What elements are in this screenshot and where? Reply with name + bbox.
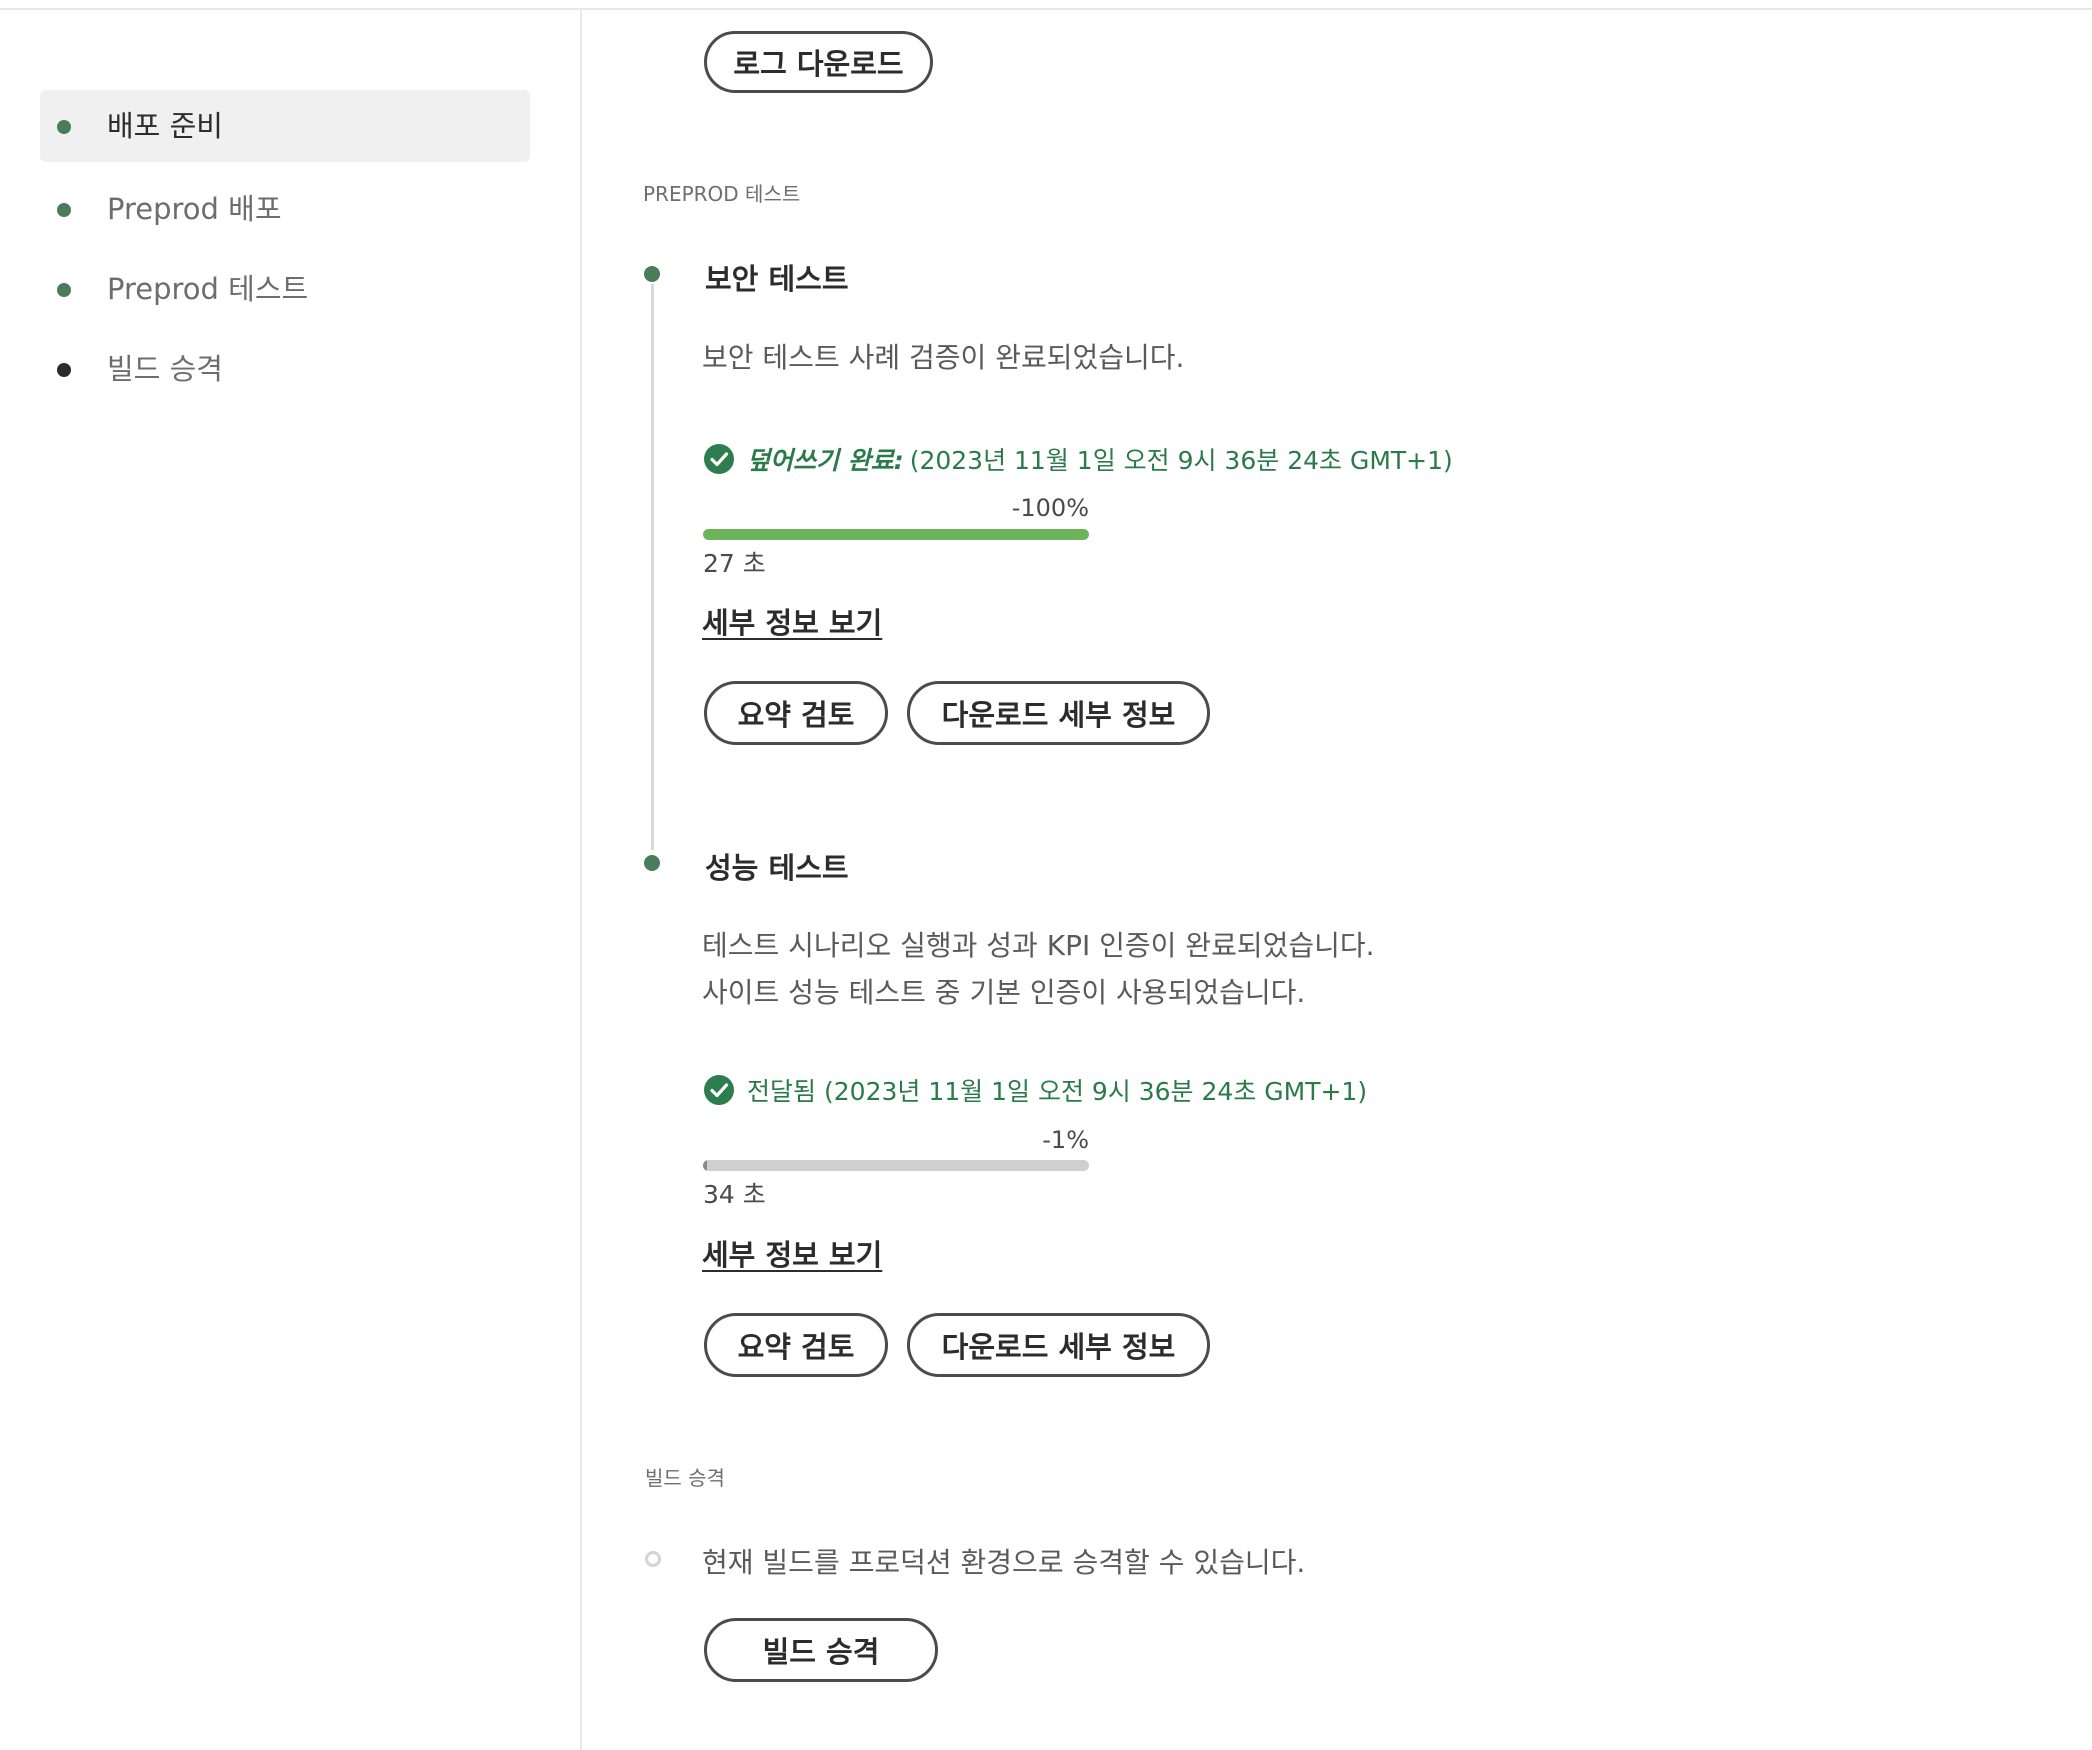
performance-test-description-line2: 사이트 성능 테스트 중 기본 인증이 사용되었습니다. xyxy=(702,976,1306,1009)
progress-bar xyxy=(703,529,1089,540)
timeline-line xyxy=(651,284,654,850)
performance-test-status: 전달됨 (2023년 11월 1일 오전 9시 36분 24초 GMT+1) xyxy=(703,1072,1367,1108)
security-test-status: 덮어쓰기 완료: (2023년 11월 1일 오전 9시 36분 24초 GMT… xyxy=(703,441,1453,477)
section-label-build-promotion: 빌드 승격 xyxy=(645,1466,725,1490)
timeline-dot xyxy=(644,855,660,871)
progress-bar-fill xyxy=(703,1160,707,1171)
promote-build-button[interactable]: 빌드 승격 xyxy=(704,1618,938,1682)
sidebar-item-label: 빌드 승격 xyxy=(107,352,223,386)
sidebar-item-preprod-test[interactable]: Preprod 테스트 xyxy=(40,253,530,325)
sidebar-item-label: Preprod 테스트 xyxy=(107,272,309,306)
duration-text: 27 초 xyxy=(703,549,766,578)
view-details-link[interactable]: 세부 정보 보기 xyxy=(702,600,882,642)
log-download-button[interactable]: 로그 다운로드 xyxy=(704,31,933,93)
review-summary-button[interactable]: 요약 검토 xyxy=(704,681,888,745)
sidebar-divider xyxy=(580,10,582,1750)
dot-icon xyxy=(57,203,71,217)
status-label: 덮어쓰기 완료: xyxy=(747,446,904,475)
progress-percent: -100% xyxy=(1011,494,1089,522)
pending-dot-icon xyxy=(645,1551,661,1567)
timeline-dot xyxy=(644,266,660,282)
security-test-description: 보안 테스트 사례 검증이 완료되었습니다. xyxy=(702,341,1185,374)
dot-icon xyxy=(57,363,71,377)
security-test-title: 보안 테스트 xyxy=(705,262,849,296)
top-divider xyxy=(0,8,2092,10)
dot-icon xyxy=(57,120,71,134)
view-details-link[interactable]: 세부 정보 보기 xyxy=(702,1232,882,1274)
check-circle-icon xyxy=(704,444,734,474)
download-details-button[interactable]: 다운로드 세부 정보 xyxy=(907,681,1210,745)
performance-test-description-line1: 테스트 시나리오 실행과 성과 KPI 인증이 완료되었습니다. xyxy=(702,929,1375,962)
progress-bar xyxy=(703,1160,1089,1171)
duration-text: 34 초 xyxy=(703,1180,766,1209)
sidebar-item-build-promotion[interactable]: 빌드 승격 xyxy=(40,333,530,405)
dot-icon xyxy=(57,283,71,297)
sidebar-item-deploy-prep[interactable]: 배포 준비 xyxy=(40,90,530,162)
progress-bar-fill xyxy=(703,529,1089,540)
performance-test-title: 성능 테스트 xyxy=(705,851,849,885)
progress-percent: -1% xyxy=(1042,1126,1089,1154)
sidebar-item-label: Preprod 배포 xyxy=(107,192,282,226)
status-timestamp: (2023년 11월 1일 오전 9시 36분 24초 GMT+1) xyxy=(909,446,1453,475)
sidebar-item-label: 배포 준비 xyxy=(107,109,223,143)
promotion-description: 현재 빌드를 프로덕션 환경으로 승격할 수 있습니다. xyxy=(702,1546,1306,1579)
status-timestamp: (2023년 11월 1일 오전 9시 36분 24초 GMT+1) xyxy=(824,1077,1368,1106)
status-label: 전달됨 xyxy=(747,1077,817,1106)
review-summary-button[interactable]: 요약 검토 xyxy=(704,1313,888,1377)
section-label-preprod-tests: PREPROD 테스트 xyxy=(643,182,801,206)
download-details-button[interactable]: 다운로드 세부 정보 xyxy=(907,1313,1210,1377)
sidebar-item-preprod-deploy[interactable]: Preprod 배포 xyxy=(40,173,530,245)
check-circle-icon xyxy=(704,1075,734,1105)
